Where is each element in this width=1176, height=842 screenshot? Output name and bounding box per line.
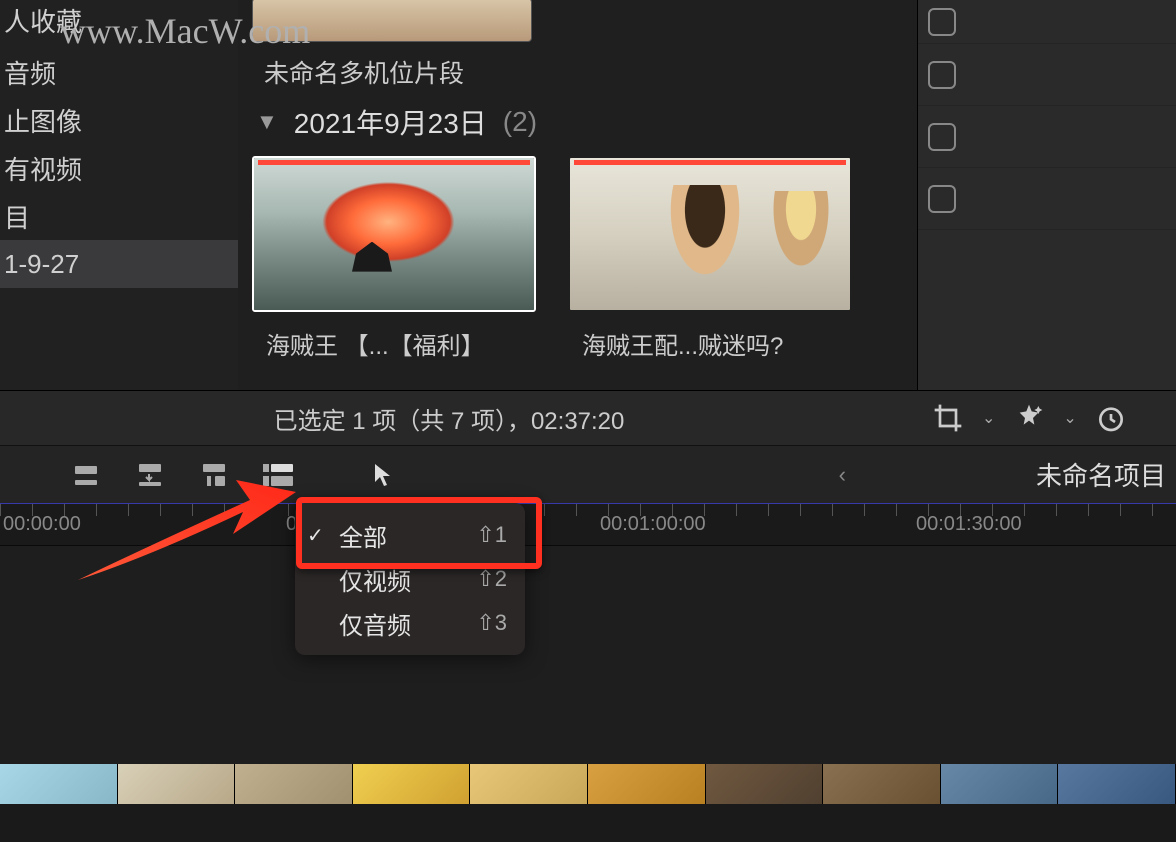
edit-mode-dropdown: ✓ 全部 ⇧1 仅视频 ⇧2 仅音频 ⇧3	[295, 503, 525, 655]
timeline-clip-filmstrip[interactable]	[0, 764, 1176, 808]
timeline-back-button[interactable]: ‹	[839, 462, 846, 488]
retime-tool-icon[interactable]	[1095, 402, 1127, 434]
sidebar-item-projects[interactable]: 目	[0, 192, 238, 240]
timeline-title: 未命名项目	[1036, 456, 1166, 493]
multicam-clip-thumb[interactable]	[252, 0, 532, 42]
property-checkbox[interactable]	[928, 185, 956, 213]
sidebar: 人收藏 音频 止图像 有视频 目 1-9-27	[0, 0, 238, 390]
timeline-toolbar: ‹ 未命名项目	[0, 446, 1176, 504]
multicam-clip-label: 未命名多机位片段	[264, 54, 905, 90]
date-text: 2021年9月23日	[294, 102, 487, 142]
clip-thumbnail[interactable]	[252, 156, 536, 312]
chevron-down-icon[interactable]: ⌄	[1063, 408, 1076, 428]
ruler-tick: 00:00:00	[3, 513, 81, 536]
dropdown-label: 仅视频	[339, 562, 476, 597]
used-indicator	[258, 160, 530, 165]
sidebar-label: 止图像	[4, 102, 82, 139]
used-indicator	[574, 160, 846, 165]
select-tool-button[interactable]	[364, 459, 400, 491]
sidebar-label: 目	[4, 198, 30, 235]
date-group-header[interactable]: ▼ 2021年9月23日 (2)	[256, 102, 905, 142]
dropdown-label: 全部	[339, 518, 476, 553]
insert-clip-button[interactable]	[132, 459, 168, 491]
crop-tool-icon[interactable]	[932, 402, 964, 434]
dropdown-shortcut: ⇧1	[476, 522, 507, 548]
disclosure-triangle-icon[interactable]: ▼	[256, 109, 278, 135]
sidebar-label: 1-9-27	[4, 249, 79, 280]
status-bar: 已选定 1 项（共 7 项），02:37:20 ⌄ ⌄	[0, 390, 1176, 446]
connect-clip-button[interactable]	[68, 459, 104, 491]
date-count: (2)	[503, 106, 537, 138]
dropdown-item-video-only[interactable]: 仅视频 ⇧2	[295, 557, 525, 601]
sidebar-label: 音频	[4, 54, 56, 91]
chevron-down-icon[interactable]: ⌄	[982, 408, 995, 428]
property-checkbox[interactable]	[928, 8, 956, 36]
dropdown-shortcut: ⇧3	[476, 610, 507, 636]
sidebar-item-favorites[interactable]: 人收藏	[0, 0, 238, 48]
property-checkbox[interactable]	[928, 61, 956, 89]
check-icon: ✓	[307, 523, 333, 548]
enhance-tool-icon[interactable]	[1013, 402, 1045, 434]
sidebar-item-stills[interactable]: 止图像	[0, 96, 238, 144]
dropdown-shortcut: ⇧2	[476, 566, 507, 592]
timeline-ruler[interactable]: 00:00:00 0 00:01:00:00 00:01:30:00	[0, 504, 1176, 546]
sidebar-label: 有视频	[4, 150, 82, 187]
library-browser: 未命名多机位片段 ▼ 2021年9月23日 (2) 海贼王 【...【福利】	[238, 0, 918, 390]
inspector-panel	[918, 0, 1176, 390]
dropdown-label: 仅音频	[339, 606, 476, 641]
sidebar-item-video[interactable]: 有视频	[0, 144, 238, 192]
append-clip-button[interactable]	[196, 459, 232, 491]
sidebar-label: 人收藏	[4, 2, 82, 39]
dropdown-item-audio-only[interactable]: 仅音频 ⇧3	[295, 601, 525, 645]
clip-thumbnail[interactable]	[568, 156, 852, 312]
ruler-tick: 00:01:30:00	[916, 513, 1022, 536]
selection-status: 已选定 1 项（共 7 项），02:37:20	[238, 401, 660, 436]
clip-name: 海贼王 【...【福利】	[266, 326, 536, 361]
dropdown-item-all[interactable]: ✓ 全部 ⇧1	[295, 513, 525, 557]
overwrite-clip-button[interactable]	[260, 459, 296, 491]
ruler-tick: 00:01:00:00	[600, 513, 706, 536]
timeline-body[interactable]	[0, 546, 1176, 764]
sidebar-item-audio[interactable]: 音频	[0, 48, 238, 96]
sidebar-item-date[interactable]: 1-9-27	[0, 240, 238, 288]
clip-name: 海贼王配...贼迷吗?	[582, 326, 852, 361]
property-checkbox[interactable]	[928, 123, 956, 151]
